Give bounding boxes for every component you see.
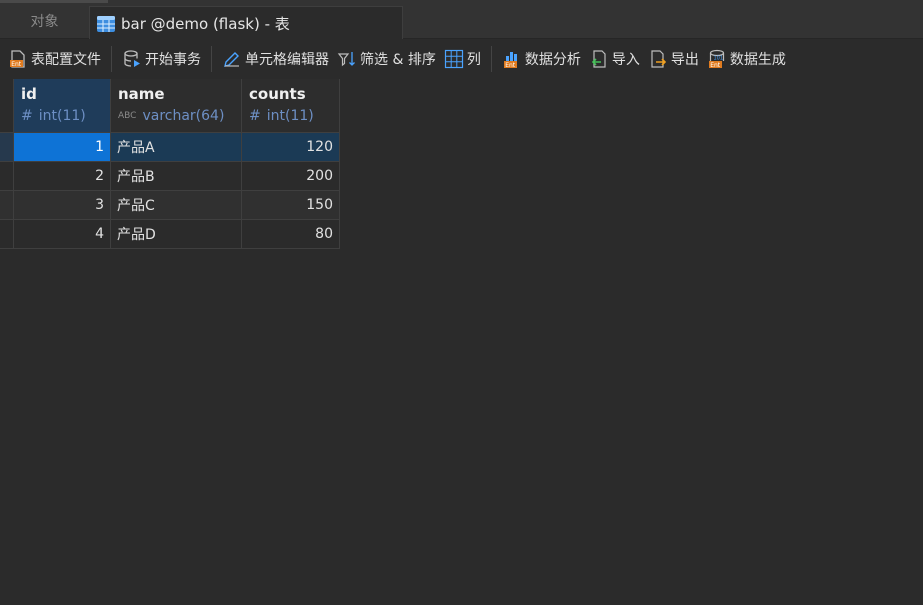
column-name: id [21, 85, 37, 103]
tab-active-label: bar @demo (flask) - 表 [121, 15, 290, 33]
text-type-icon: ABC [118, 111, 137, 121]
cell-id[interactable]: 2 [14, 162, 111, 191]
columns-grid-icon [444, 49, 464, 69]
row-gutter[interactable] [0, 133, 14, 162]
column-type-label: int(11) [266, 108, 314, 124]
column-type: # int(11) [21, 105, 103, 127]
cell-counts[interactable]: 200 [242, 162, 340, 191]
toolbar-divider [111, 46, 112, 72]
export-icon [648, 49, 668, 69]
cell-id[interactable]: 1 [14, 133, 111, 162]
row-gutter[interactable] [0, 220, 14, 249]
column-type: # int(11) [249, 105, 332, 127]
export-label: 导出 [670, 52, 699, 68]
cell-name[interactable]: 产品B [111, 162, 242, 191]
column-type-label: varchar(64) [142, 108, 225, 124]
table-row[interactable]: 3 产品C 150 [0, 191, 340, 220]
cell-name[interactable]: 产品C [111, 191, 242, 220]
data-analysis-button[interactable]: Ent 数据分析 [498, 44, 585, 74]
cell-editor-label: 单元格编辑器 [245, 52, 329, 68]
cell-counts[interactable]: 150 [242, 191, 340, 220]
cell-editor-button[interactable]: 单元格编辑器 [218, 44, 333, 74]
row-gutter[interactable] [0, 162, 14, 191]
table-config-icon: Ent [8, 49, 28, 69]
tab-objects[interactable]: 对象 [0, 3, 89, 38]
column-type-label: int(11) [38, 108, 86, 124]
filter-sort-button[interactable]: 筛选 & 排序 [333, 44, 440, 74]
import-label: 导入 [611, 52, 640, 68]
columns-button[interactable]: 列 [440, 44, 485, 74]
column-name: name [118, 85, 165, 103]
row-gutter-header [0, 79, 14, 133]
column-name: counts [249, 85, 306, 103]
cell-name[interactable]: 产品A [111, 133, 242, 162]
cell-name[interactable]: 产品D [111, 220, 242, 249]
table-row[interactable]: 2 产品B 200 [0, 162, 340, 191]
tab-bar: 对象 bar @demo (flask) - 表 [0, 0, 923, 40]
cell-counts[interactable]: 120 [242, 133, 340, 162]
import-icon [589, 49, 609, 69]
data-generation-label: 数据生成 [729, 52, 786, 68]
table-config-button[interactable]: Ent 表配置文件 [4, 44, 105, 74]
data-analysis-icon: Ent [502, 49, 522, 69]
filter-sort-label: 筛选 & 排序 [360, 52, 436, 68]
svg-text:101: 101 [713, 56, 723, 62]
row-gutter[interactable] [0, 191, 14, 220]
svg-text:Ent: Ent [11, 61, 22, 68]
toolbar-divider [490, 46, 492, 72]
filter-sort-icon [337, 49, 357, 69]
cell-id[interactable]: 4 [14, 220, 111, 249]
column-header-counts[interactable]: counts # int(11) [242, 79, 340, 133]
number-type-icon: # [21, 108, 33, 124]
data-generation-button[interactable]: 101 Ent 数据生成 [703, 44, 790, 74]
toolbar: Ent 表配置文件 开始事务 单元格编辑器 筛选 & 排序 列 Ent 数据分析… [0, 39, 923, 79]
data-analysis-label: 数据分析 [524, 52, 581, 68]
svg-text:Ent: Ent [505, 62, 516, 69]
toolbar-divider [211, 46, 212, 72]
table-row[interactable]: 1 产品A 120 [0, 133, 340, 162]
export-button[interactable]: 导出 [644, 44, 703, 74]
svg-text:Ent: Ent [710, 62, 721, 69]
cell-id[interactable]: 3 [14, 191, 111, 220]
table-icon [96, 14, 116, 34]
data-generation-icon: 101 Ent [707, 49, 727, 69]
begin-transaction-label: 开始事务 [145, 52, 201, 68]
number-type-icon: # [249, 108, 261, 124]
tab-table-bar[interactable]: bar @demo (flask) - 表 [89, 6, 403, 40]
column-type: ABC varchar(64) [118, 105, 234, 127]
begin-transaction-button[interactable]: 开始事务 [118, 44, 205, 74]
pencil-icon [222, 49, 242, 69]
tab-objects-label: 对象 [30, 13, 59, 30]
cell-counts[interactable]: 80 [242, 220, 340, 249]
table-config-label: 表配置文件 [31, 52, 101, 68]
import-button[interactable]: 导入 [585, 44, 644, 74]
column-header-id[interactable]: id # int(11) [14, 79, 111, 133]
columns-label: 列 [466, 52, 481, 68]
column-header-name[interactable]: name ABC varchar(64) [111, 79, 242, 133]
table-row[interactable]: 4 产品D 80 [0, 220, 340, 249]
transaction-icon [122, 49, 142, 69]
